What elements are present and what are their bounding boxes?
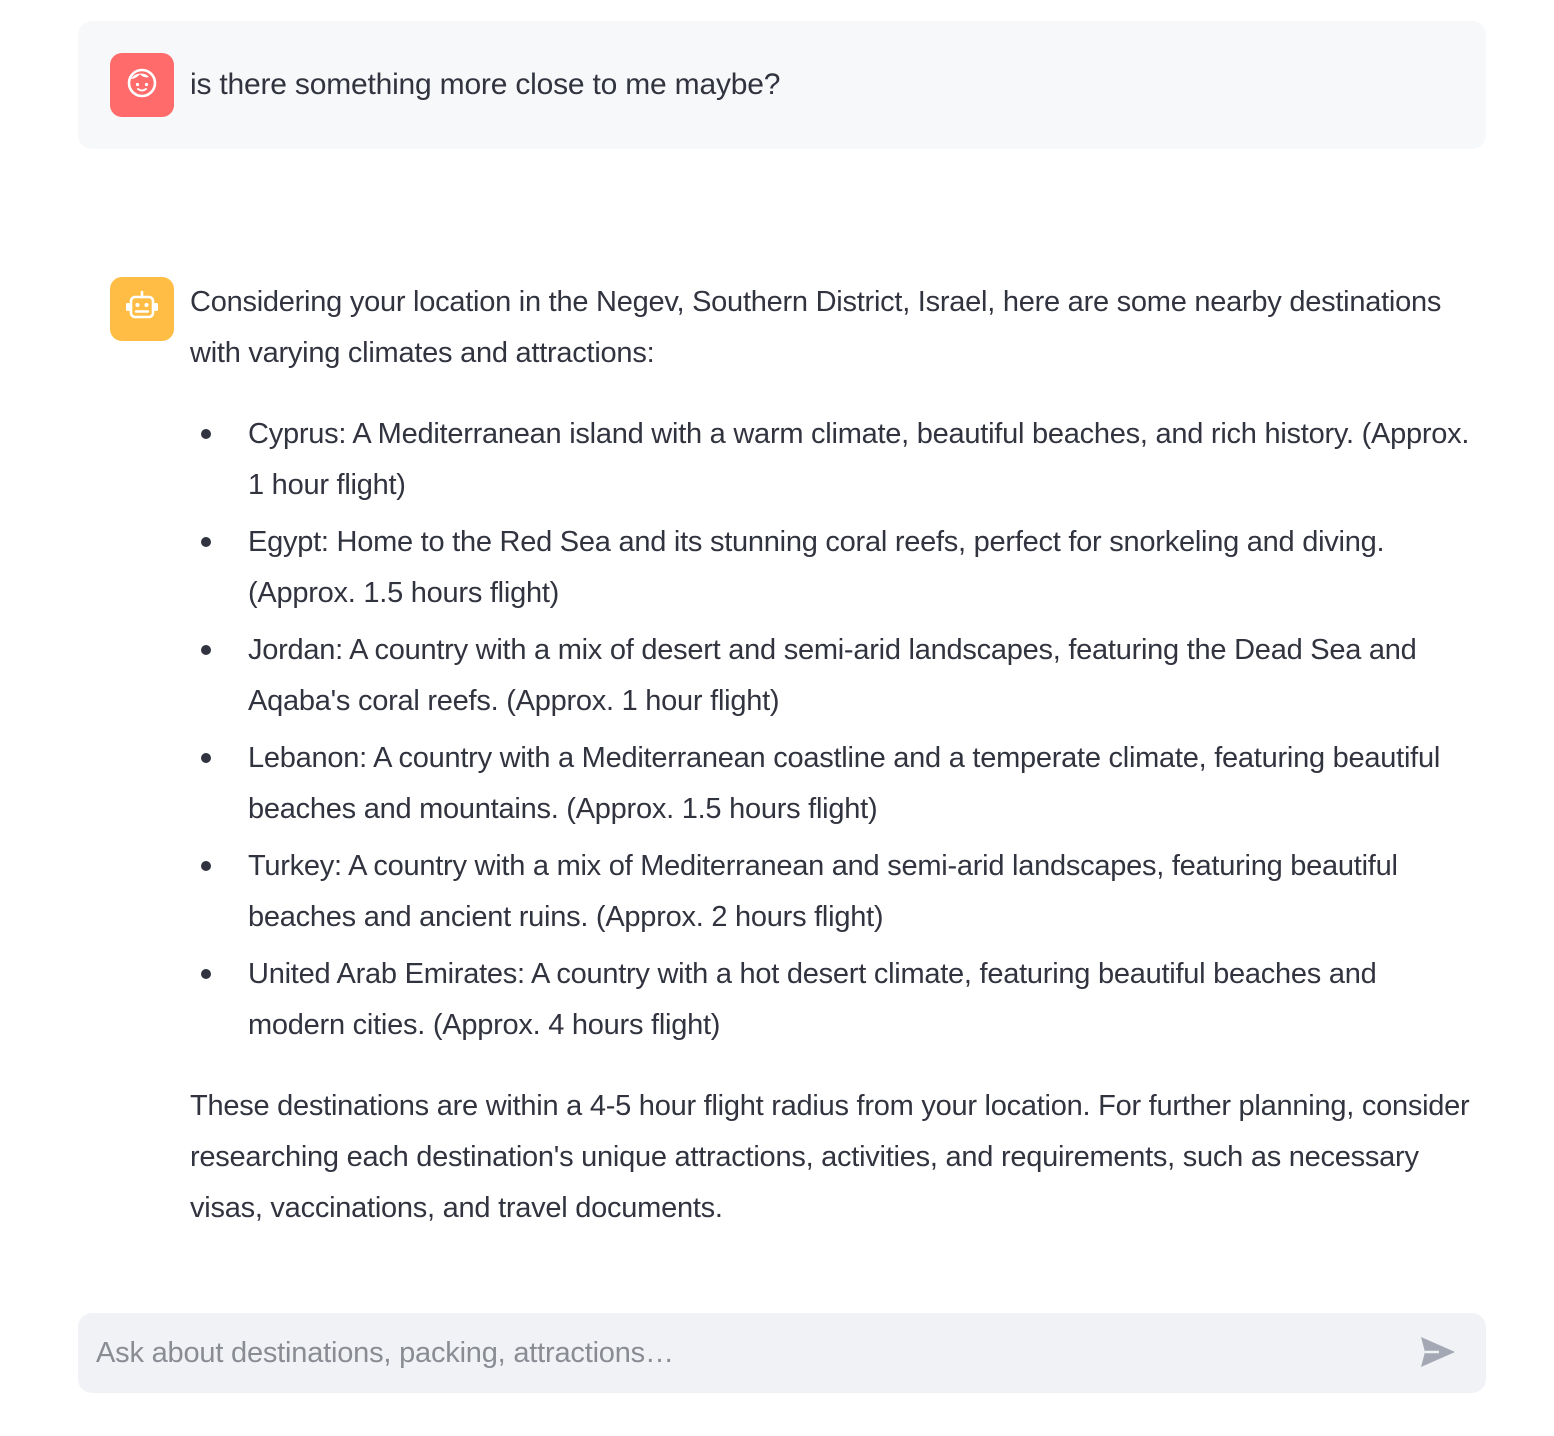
assistant-message: Considering your location in the Negev, … [78, 250, 1486, 1260]
destination-text: Jordan: A country with a mix of desert a… [248, 634, 1417, 717]
destination-list: Cyprus: A Mediterranean island with a wa… [190, 409, 1480, 1051]
list-item: Jordan: A country with a mix of desert a… [201, 625, 1480, 727]
destination-text: Turkey: A country with a mix of Mediterr… [248, 850, 1398, 933]
assistant-intro: Considering your location in the Negev, … [190, 286, 1442, 369]
list-item: Egypt: Home to the Red Sea and its stunn… [201, 517, 1480, 619]
robot-icon [124, 289, 160, 330]
send-icon [1419, 1335, 1457, 1374]
list-item: United Arab Emirates: A country with a h… [201, 949, 1480, 1051]
chat-input-bar [78, 1313, 1486, 1393]
user-message-text: is there something more close to me mayb… [190, 68, 781, 101]
assistant-avatar [110, 277, 174, 341]
send-button[interactable] [1418, 1334, 1458, 1374]
bullet [201, 753, 211, 763]
list-item: Lebanon: A country with a Mediterranean … [201, 733, 1480, 835]
bullet [201, 861, 211, 871]
destination-text: Egypt: Home to the Red Sea and its stunn… [248, 526, 1385, 609]
assistant-outro: These destinations are within a 4-5 hour… [190, 1090, 1470, 1224]
destination-text: Cyprus: A Mediterranean island with a wa… [248, 418, 1470, 501]
bullet [201, 969, 211, 979]
destination-text: United Arab Emirates: A country with a h… [248, 958, 1377, 1041]
user-avatar [110, 53, 174, 117]
assistant-message-content: Considering your location in the Negev, … [190, 277, 1480, 1234]
list-item: Cyprus: A Mediterranean island with a wa… [201, 409, 1480, 511]
list-item: Turkey: A country with a mix of Mediterr… [201, 841, 1480, 943]
bullet [201, 645, 211, 655]
user-face-icon [125, 66, 159, 105]
chat-input[interactable] [96, 1313, 1396, 1393]
destination-text: Lebanon: A country with a Mediterranean … [248, 742, 1441, 825]
bullet [201, 429, 211, 439]
bullet [201, 537, 211, 547]
user-message: is there something more close to me mayb… [78, 21, 1486, 149]
